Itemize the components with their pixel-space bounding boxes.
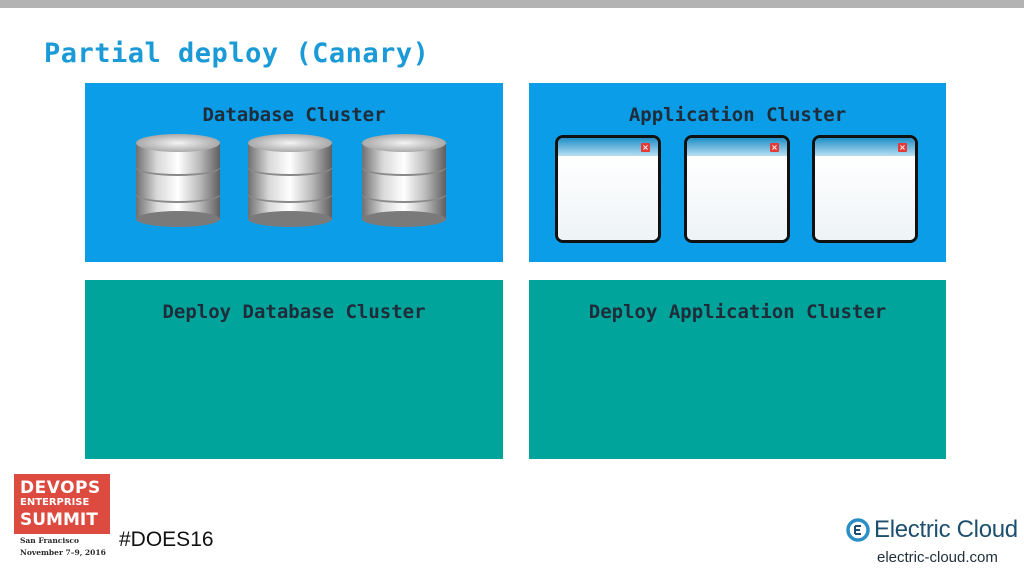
app-window-icon: × xyxy=(812,135,918,243)
logo-line-3: SUMMIT xyxy=(20,510,98,530)
hashtag: #DOES16 xyxy=(119,528,214,551)
electric-cloud-logo-icon xyxy=(846,518,870,542)
database-icon xyxy=(245,133,335,228)
database-cluster-label: Database Cluster xyxy=(202,104,386,126)
application-cluster-label: Application Cluster xyxy=(628,104,847,126)
logo-location: San Francisco xyxy=(20,536,80,545)
close-icon: × xyxy=(641,143,650,152)
application-cluster-panel: Application Cluster × × × xyxy=(529,83,946,262)
deploy-database-cluster-label: Deploy Database Cluster xyxy=(162,301,426,323)
database-icon xyxy=(133,133,223,228)
deploy-database-cluster-panel: Deploy Database Cluster xyxy=(85,280,503,459)
close-icon: × xyxy=(770,143,779,152)
top-bar xyxy=(0,0,1024,8)
logo-line-1: DEVOPS xyxy=(20,478,101,498)
company-url: electric-cloud.com xyxy=(877,549,998,566)
company-name: Electric Cloud xyxy=(874,516,1018,543)
deploy-application-cluster-panel: Deploy Application Cluster xyxy=(529,280,946,459)
app-window-icon: × xyxy=(684,135,790,243)
database-cluster-panel: Database Cluster xyxy=(85,83,503,262)
logo-line-2: ENTERPRISE xyxy=(20,497,90,508)
deploy-application-cluster-label: Deploy Application Cluster xyxy=(588,301,887,323)
logo-dates: November 7–9, 2016 xyxy=(20,548,106,557)
electric-cloud-logo: Electric Cloud xyxy=(846,516,1018,546)
app-window-icon: × xyxy=(555,135,661,243)
close-icon: × xyxy=(898,143,907,152)
database-icon xyxy=(359,133,449,228)
slide-title: Partial deploy (Canary) xyxy=(44,38,430,69)
devops-enterprise-summit-logo: DEVOPS ENTERPRISE SUMMIT San Francisco N… xyxy=(14,474,110,566)
